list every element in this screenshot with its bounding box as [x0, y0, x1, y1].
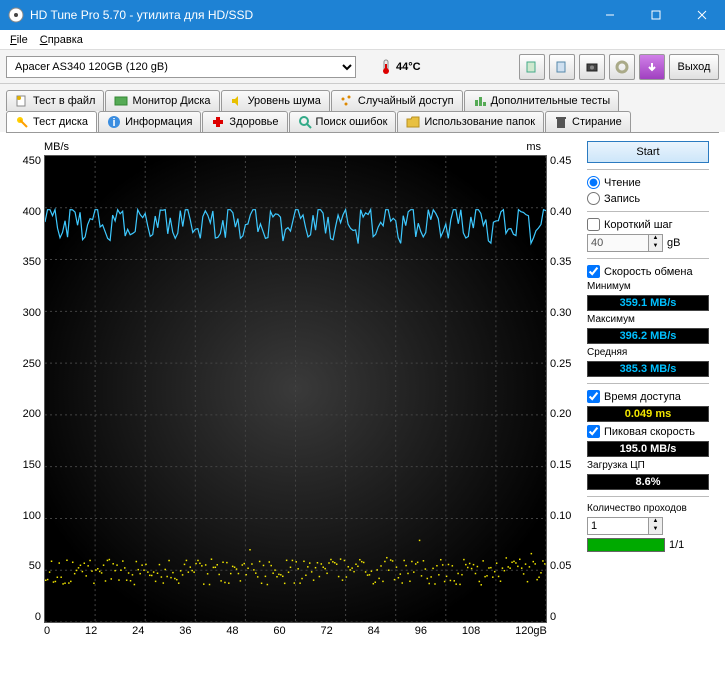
menu-file[interactable]: File	[4, 32, 34, 48]
progress-display: 1/1	[587, 538, 709, 552]
tab-erase[interactable]: Стирание	[545, 111, 631, 132]
cpu-label: Загрузка ЦП	[587, 460, 709, 471]
start-button[interactable]: Start	[587, 141, 709, 163]
window-title: HD Tune Pro 5.70 - утилита для HD/SSD	[30, 8, 587, 22]
progress-bar	[587, 538, 665, 552]
exit-button[interactable]: Выход	[669, 54, 719, 80]
benchmark-plot	[44, 155, 547, 623]
drive-select[interactable]: Apacer AS340 120GB (120 gB)	[6, 56, 356, 78]
tab-info[interactable]: iИнформация	[98, 111, 201, 132]
short-stroke-checkbox[interactable]: Короткий шаг	[587, 218, 709, 231]
app-icon	[8, 7, 24, 23]
save-button[interactable]	[639, 54, 665, 80]
mode-write[interactable]: Запись	[587, 192, 709, 205]
maximize-button[interactable]	[633, 0, 679, 30]
y-axis-right: 0.450.400.350.300.250.200.150.100.050	[547, 155, 577, 623]
passes-input[interactable]: ▲▼	[587, 517, 709, 535]
tab-random-access[interactable]: Случайный доступ	[331, 90, 463, 111]
y-axis-left: 450400350300250200150100500	[16, 155, 44, 623]
tab-benchmark[interactable]: Тест диска	[6, 111, 97, 132]
left-axis-label: MB/s	[44, 141, 69, 153]
tab-folder-usage[interactable]: Использование папок	[397, 111, 544, 132]
close-button[interactable]	[679, 0, 725, 30]
chart-area: MB/s ms 450400350300250200150100500 0.45…	[16, 141, 577, 672]
access-time-checkbox[interactable]: Время доступа	[587, 390, 709, 403]
max-label: Максимум	[587, 314, 709, 325]
tab-row-bottom: Тест диска iИнформация Здоровье Поиск ош…	[6, 111, 719, 132]
toolbar: Apacer AS340 120GB (120 gB) 44°C Выход	[0, 50, 725, 84]
window-titlebar: HD Tune Pro 5.70 - утилита для HD/SSD	[0, 0, 725, 30]
tab-error-scan[interactable]: Поиск ошибок	[289, 111, 397, 132]
tab-disk-monitor[interactable]: Монитор Диска	[105, 90, 219, 111]
max-value: 396.2 MB/s	[587, 328, 709, 344]
results-panel: Start Чтение Запись Короткий шаг ▲▼gB Ск…	[587, 141, 709, 672]
temperature-display: 44°C	[380, 59, 421, 75]
options-button[interactable]	[609, 54, 635, 80]
minimize-button[interactable]	[587, 0, 633, 30]
passes-label: Количество проходов	[587, 503, 709, 514]
short-stroke-value[interactable]: ▲▼gB	[587, 234, 709, 252]
tab-row-top: Тест в файл Монитор Диска Уровень шума С…	[6, 90, 719, 111]
menu-help[interactable]: Справка	[34, 32, 89, 48]
tab-aam[interactable]: Уровень шума	[221, 90, 330, 111]
tab-file-benchmark[interactable]: Тест в файл	[6, 90, 104, 111]
access-value: 0.049 ms	[587, 406, 709, 422]
min-label: Минимум	[587, 281, 709, 292]
avg-value: 385.3 MB/s	[587, 361, 709, 377]
copy-screenshot-button[interactable]	[549, 54, 575, 80]
benchmark-panel: MB/s ms 450400350300250200150100500 0.45…	[6, 132, 719, 680]
transfer-rate-checkbox[interactable]: Скорость обмена	[587, 265, 709, 278]
min-value: 359.1 MB/s	[587, 295, 709, 311]
avg-label: Средняя	[587, 347, 709, 358]
copy-info-button[interactable]	[519, 54, 545, 80]
tab-area: Тест в файл Монитор Диска Уровень шума С…	[0, 84, 725, 132]
right-axis-label: ms	[526, 141, 541, 153]
screenshot-button[interactable]	[579, 54, 605, 80]
tab-health[interactable]: Здоровье	[202, 111, 287, 132]
thermometer-icon	[380, 59, 392, 75]
x-axis: 01224364860728496108120gB	[16, 623, 577, 637]
svg-text:i: i	[113, 117, 116, 129]
burst-rate-checkbox[interactable]: Пиковая скорость	[587, 425, 709, 438]
menu-bar: File Справка	[0, 30, 725, 50]
tab-extra-tests[interactable]: Дополнительные тесты	[464, 90, 620, 111]
cpu-value: 8.6%	[587, 474, 709, 490]
burst-value: 195.0 MB/s	[587, 441, 709, 457]
mode-read[interactable]: Чтение	[587, 176, 709, 189]
